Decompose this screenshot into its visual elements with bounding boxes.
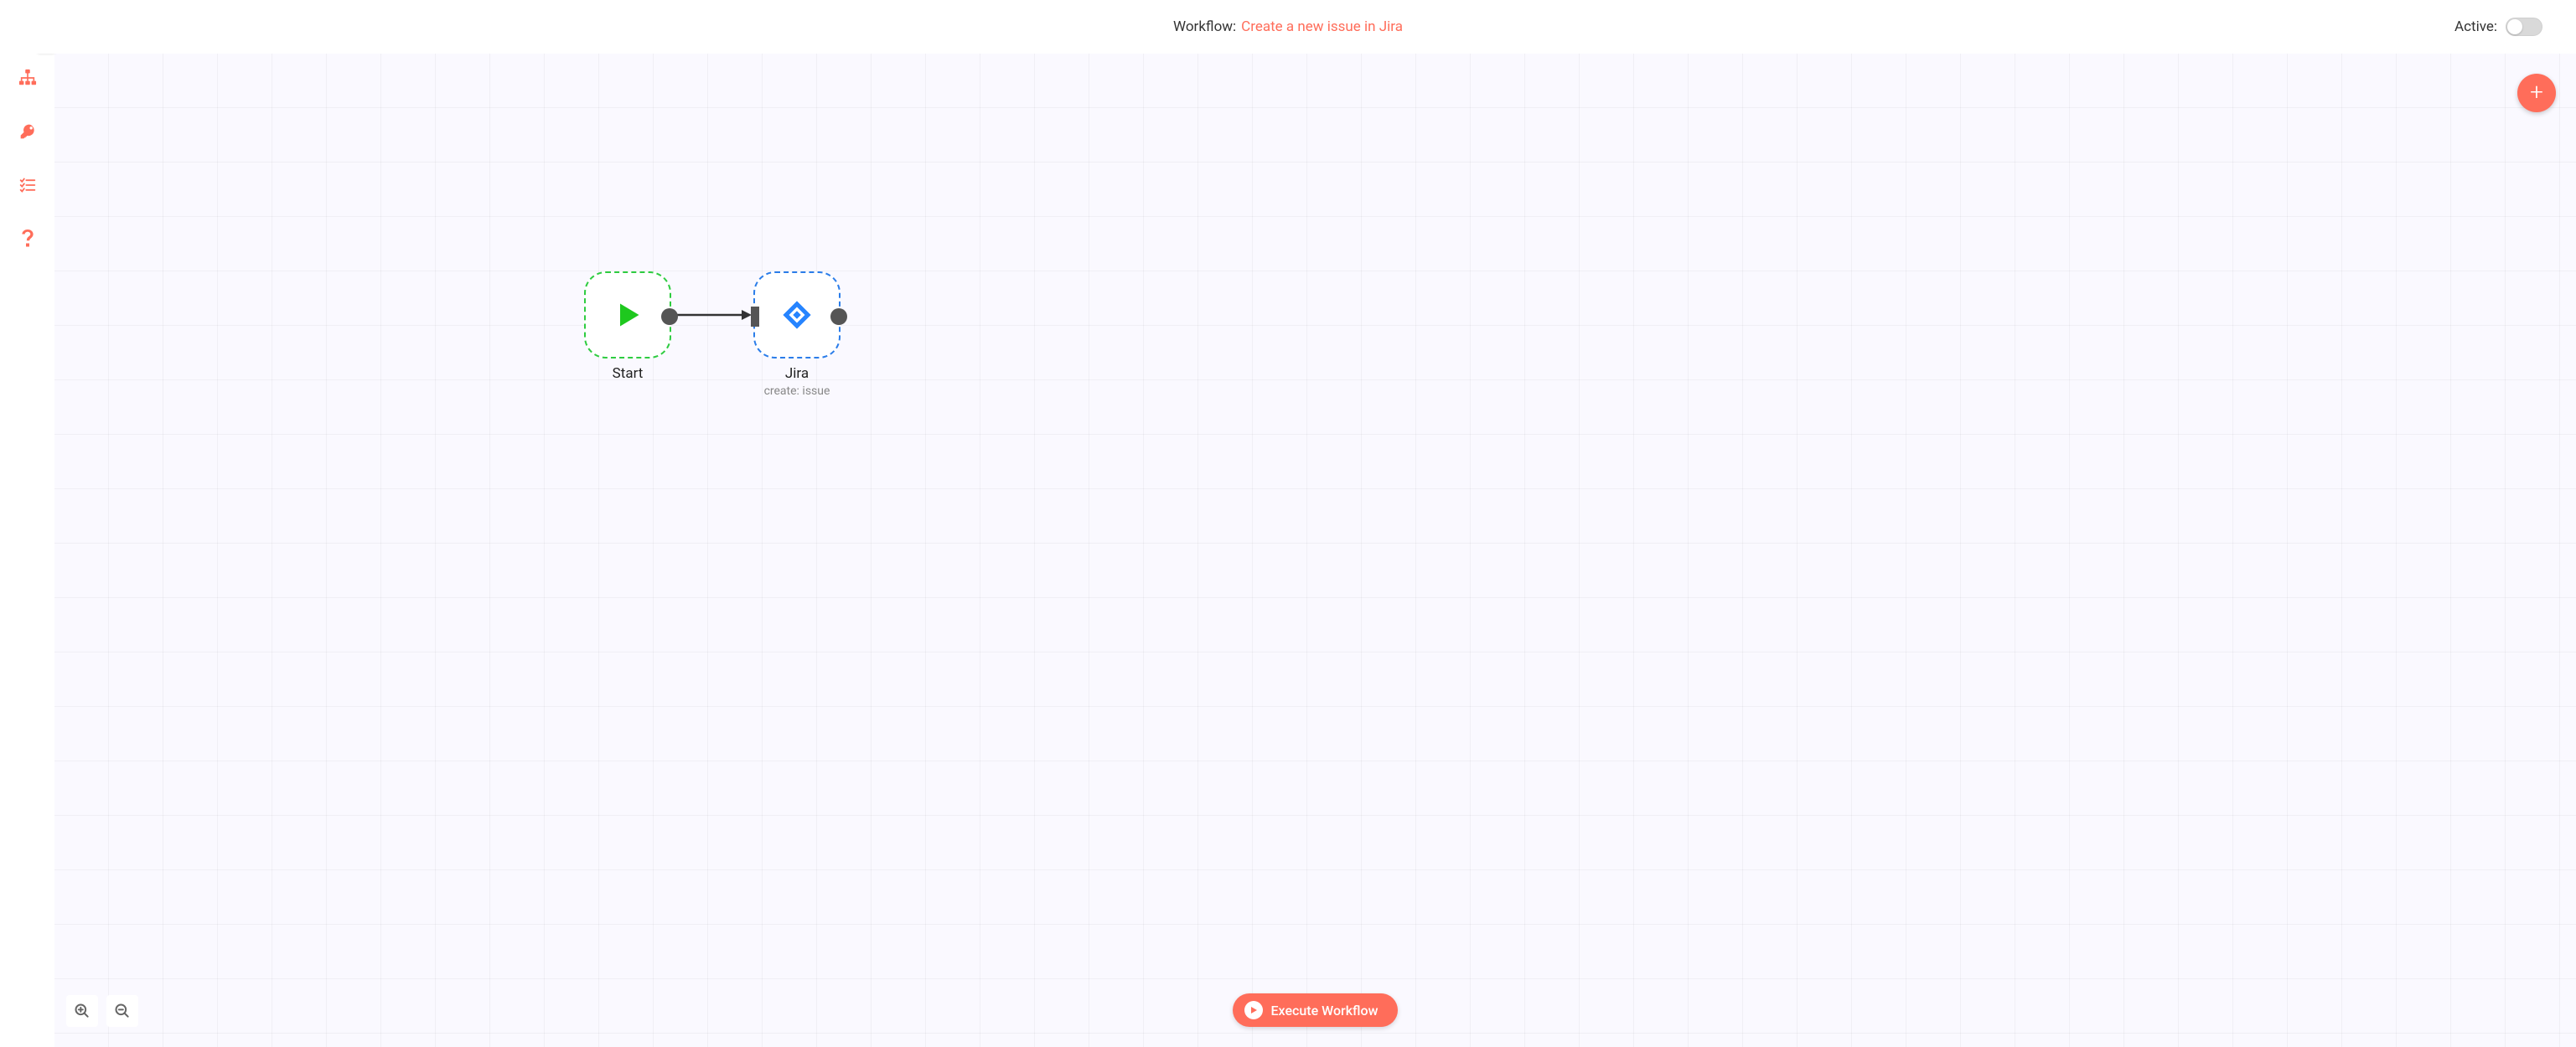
sidebar-item-executions[interactable]: [15, 173, 40, 198]
zoom-in-button[interactable]: [66, 995, 98, 1027]
add-node-button[interactable]: +: [2517, 74, 2556, 112]
node-start-output-port[interactable]: [661, 308, 678, 325]
node-jira-output-port[interactable]: [830, 308, 847, 325]
plus-icon: +: [2530, 80, 2543, 104]
active-toggle[interactable]: [2506, 18, 2542, 36]
header: Workflow: Create a new issue in Jira Act…: [0, 0, 2576, 54]
zoom-out-button[interactable]: [106, 995, 138, 1027]
workflow-title: Workflow: Create a new issue in Jira: [1173, 18, 1403, 35]
zoom-controls: [66, 995, 138, 1027]
canvas[interactable]: Start Jira create: issue +: [54, 54, 2576, 1047]
zoom-out-icon: [114, 1003, 131, 1019]
checklist-icon: [19, 177, 36, 193]
node-start[interactable]: Start: [584, 271, 671, 358]
jira-icon: [781, 299, 813, 331]
toggle-knob: [2507, 19, 2522, 34]
sidebar: [0, 54, 54, 1047]
play-circle-icon: [1244, 1001, 1263, 1019]
workflow-label: Workflow:: [1173, 18, 1236, 35]
sidebar-item-credentials[interactable]: [15, 119, 40, 144]
node-start-label: Start: [613, 365, 644, 382]
execute-button-label: Execute Workflow: [1271, 1003, 1379, 1019]
sidebar-item-workflows[interactable]: [15, 65, 40, 90]
active-label: Active:: [2454, 18, 2497, 35]
node-jira[interactable]: Jira create: issue: [753, 271, 841, 358]
sidebar-item-help[interactable]: [15, 226, 40, 251]
node-jira-input-port[interactable]: [751, 307, 759, 327]
execute-workflow-button[interactable]: Execute Workflow: [1233, 993, 1399, 1027]
key-icon: [19, 123, 36, 140]
sitemap-icon: [18, 69, 37, 87]
zoom-in-icon: [74, 1003, 91, 1019]
question-icon: [21, 230, 34, 248]
canvas-grid: [54, 54, 2576, 1047]
play-icon: [613, 300, 643, 330]
node-jira-subtitle: create: issue: [764, 384, 830, 398]
workflow-name[interactable]: Create a new issue in Jira: [1241, 18, 1403, 35]
node-jira-label: Jira: [785, 365, 809, 382]
